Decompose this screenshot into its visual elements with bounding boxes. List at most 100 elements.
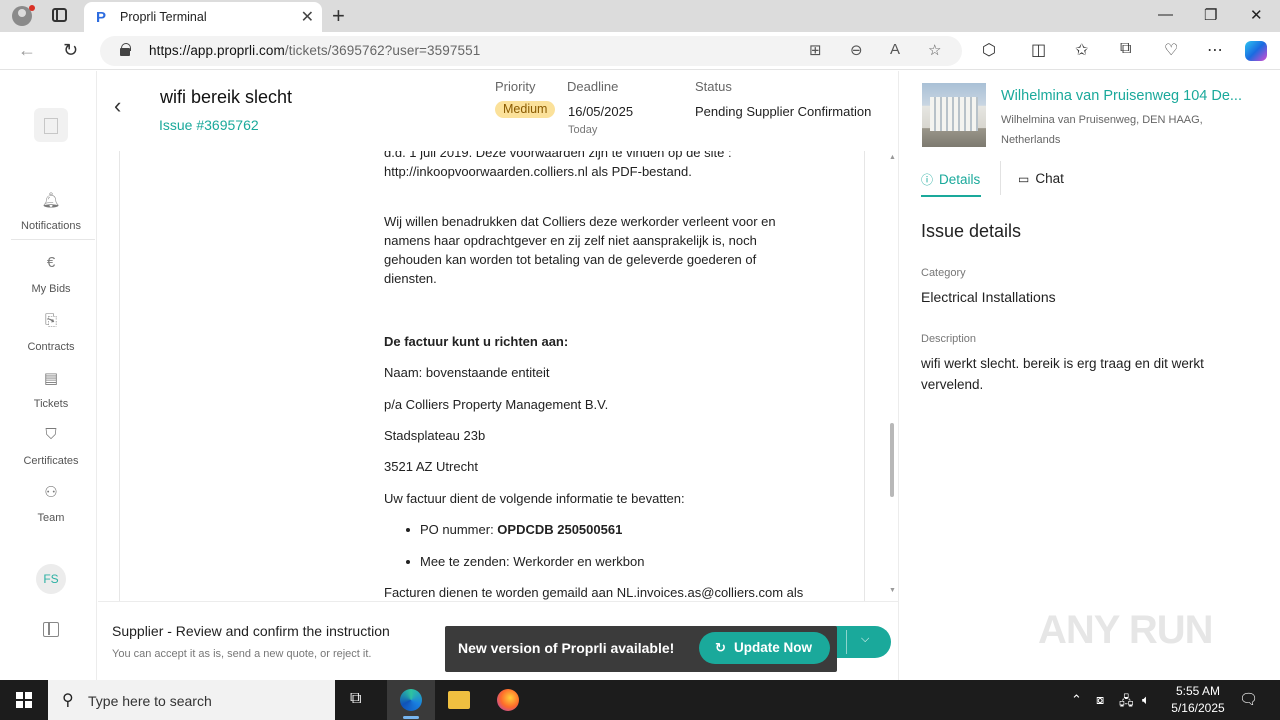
deadline-sub: Today [568,124,598,136]
taskbar-edge[interactable] [387,680,435,720]
network-status-icon[interactable]: ⧇ [1096,692,1104,708]
url-text: https://app.proprli.com/tickets/3695762?… [149,43,481,58]
minimize-icon[interactable]: — [1158,6,1173,23]
property-address: Wilhelmina van Pruisenweg, DEN HAAG, Net… [1001,114,1203,146]
issue-details-heading: Issue details [921,221,1022,241]
task-view-icon[interactable]: ⧉ [350,690,361,708]
window-close-icon[interactable]: ✕ [1250,6,1263,24]
property-title[interactable]: Wilhelmina van Pruisenweg 104 De... [1001,88,1242,104]
company-logo-icon[interactable] [34,108,68,142]
tab-actions-icon[interactable] [52,8,67,22]
new-tab-icon[interactable]: + [332,3,345,29]
firefox-icon[interactable] [497,689,519,711]
footer-subtitle: You can accept it as is, send a new quot… [112,648,372,660]
update-now-button[interactable]: ↻ Update Now [699,632,830,664]
favorites-icon[interactable]: ✩ [1075,40,1088,60]
edge-icon [400,689,422,711]
ticket-main: ‹ wifi bereik slecht Issue #3695762 Prio… [98,71,898,680]
euro-icon: € [46,254,56,271]
sidebar-item-team[interactable]: ⚇ Team [5,483,97,526]
description-value: wifi werkt slecht. bereik is erg traag e… [921,356,1204,392]
taskbar-clock[interactable]: 5:55 AM 5/16/2025 [1163,683,1233,717]
ticket-header: ‹ wifi bereik slecht Issue #3695762 Prio… [98,71,898,151]
status-label: Status [695,79,732,94]
back-arrow-icon[interactable]: ← [18,40,36,61]
network-icon[interactable]: 🖧︎ [1119,692,1134,714]
doc-line: Wij willen benadrukken dat Colliers deze… [384,214,776,229]
address-bar[interactable]: https://app.proprli.com/tickets/3695762?… [100,36,962,66]
lock-icon [120,43,131,56]
zoom-icon[interactable]: ⊖ [850,41,863,59]
split-screen-icon[interactable]: ◫ [1031,40,1046,60]
refresh-icon: ↻ [715,640,726,655]
doc-line: d.d. 1 juli 2019. Deze voorwaarden zijn … [384,151,732,160]
deadline-value: 16/05/2025 [568,104,634,119]
tab-details[interactable]: ⓘ Details [921,171,980,188]
footer-title: Supplier - Review and confirm the instru… [112,623,390,639]
issue-title: wifi bereik slecht [160,87,293,107]
doc-line: http://inkoopvoorwaarden.colliers.nl als… [384,164,692,179]
ticket-icon: ▤ [43,370,59,387]
sidebar: 🔔︎ Notifications € My Bids ⎘ Contracts ▤… [5,71,97,680]
tab-divider [1000,161,1001,195]
back-chevron-icon[interactable]: ‹ [114,93,121,119]
deadline-label: Deadline [567,79,619,94]
app: 🔔︎ Notifications € My Bids ⎘ Contracts ▤… [0,71,1280,680]
property-photo[interactable] [922,83,986,147]
apps-icon[interactable]: ⊞ [809,41,822,59]
details-panel: Wilhelmina van Pruisenweg 104 De... Wilh… [898,71,1280,680]
instruction-document[interactable]: d.d. 1 juli 2019. Deze voorwaarden zijn … [119,151,865,601]
scroll-up-icon[interactable]: ▲ [889,154,896,161]
browser-essentials-icon[interactable]: ♡ [1164,40,1178,60]
list-item: PO nummer: OPDCDB 250500561 [405,522,623,537]
reload-icon[interactable]: ↻ [63,40,78,61]
extensions-icon[interactable]: ⬡ [982,40,996,60]
windows-start-icon[interactable] [16,692,32,708]
description-label: Description [921,333,977,345]
tab-title: Proprli Terminal [120,10,207,24]
restore-icon[interactable]: ❐ [1204,6,1217,24]
priority-badge: Medium [495,101,556,118]
button-divider [846,630,847,654]
sidebar-item-my-bids[interactable]: € My Bids [5,254,97,297]
avatar[interactable]: FS [36,564,66,594]
sidebar-item-certificates[interactable]: ⛉ Certificates [5,426,97,469]
sidebar-item-contracts[interactable]: ⎘ Contracts [5,312,97,355]
read-aloud-icon[interactable]: A [890,41,900,58]
doc-line: Stadsplateau 23b [384,428,486,443]
update-toast: New version of Proprli available! ↻ Upda… [445,626,837,672]
document-scrollbar[interactable] [890,423,894,497]
notification-center-icon[interactable]: 🗨︎ [1239,690,1258,708]
scroll-down-icon[interactable]: ▼ [889,587,896,594]
close-tab-icon[interactable]: ✕ [301,7,314,27]
browser-tab[interactable]: P Proprli Terminal ✕ [84,2,322,32]
sidebar-item-notifications[interactable]: 🔔︎ Notifications [5,191,97,234]
doc-line: namens haar opdrachtgever en zij zelf ni… [384,233,757,248]
doc-heading: De factuur kunt u richten aan: [384,334,569,349]
more-options-icon[interactable]: ⋯ [1207,40,1223,60]
taskbar-search[interactable]: ⚲ Type here to search [48,680,335,720]
collections-icon[interactable]: ⧉ [1120,40,1131,58]
windows-taskbar: ⚲ Type here to search ⧉ ⌃ ⧇ 🖧︎ 🔈︎ 5:55 A… [0,680,1280,720]
bell-icon: 🔔︎ [41,192,61,209]
team-icon: ⚇ [44,484,58,501]
tab-chat[interactable]: ▭ Chat [1018,171,1064,186]
chevron-down-icon[interactable]: ⌵ [861,633,869,646]
tray-overflow-icon[interactable]: ⌃ [1071,692,1082,708]
shield-icon: ⛉ [45,426,57,443]
document-icon: ⎘ [44,312,57,329]
sidebar-item-tickets[interactable]: ▤ Tickets [5,369,97,412]
doc-line: 3521 AZ Utrecht [384,459,478,474]
info-icon: ⓘ [921,173,934,187]
file-explorer-icon[interactable] [448,691,470,709]
doc-line: diensten. [384,271,437,286]
sidebar-divider [11,239,95,240]
volume-icon[interactable]: 🔈︎ [1142,692,1150,708]
doc-line: Uw factuur dient de volgende informatie … [384,491,685,506]
collapse-sidebar-icon[interactable] [43,622,59,637]
proprli-favicon-icon: P [96,9,107,26]
copilot-icon[interactable] [1245,41,1267,61]
active-tab-indicator [921,195,981,197]
search-placeholder: Type here to search [88,693,212,709]
favorite-star-icon[interactable]: ☆ [928,41,941,59]
